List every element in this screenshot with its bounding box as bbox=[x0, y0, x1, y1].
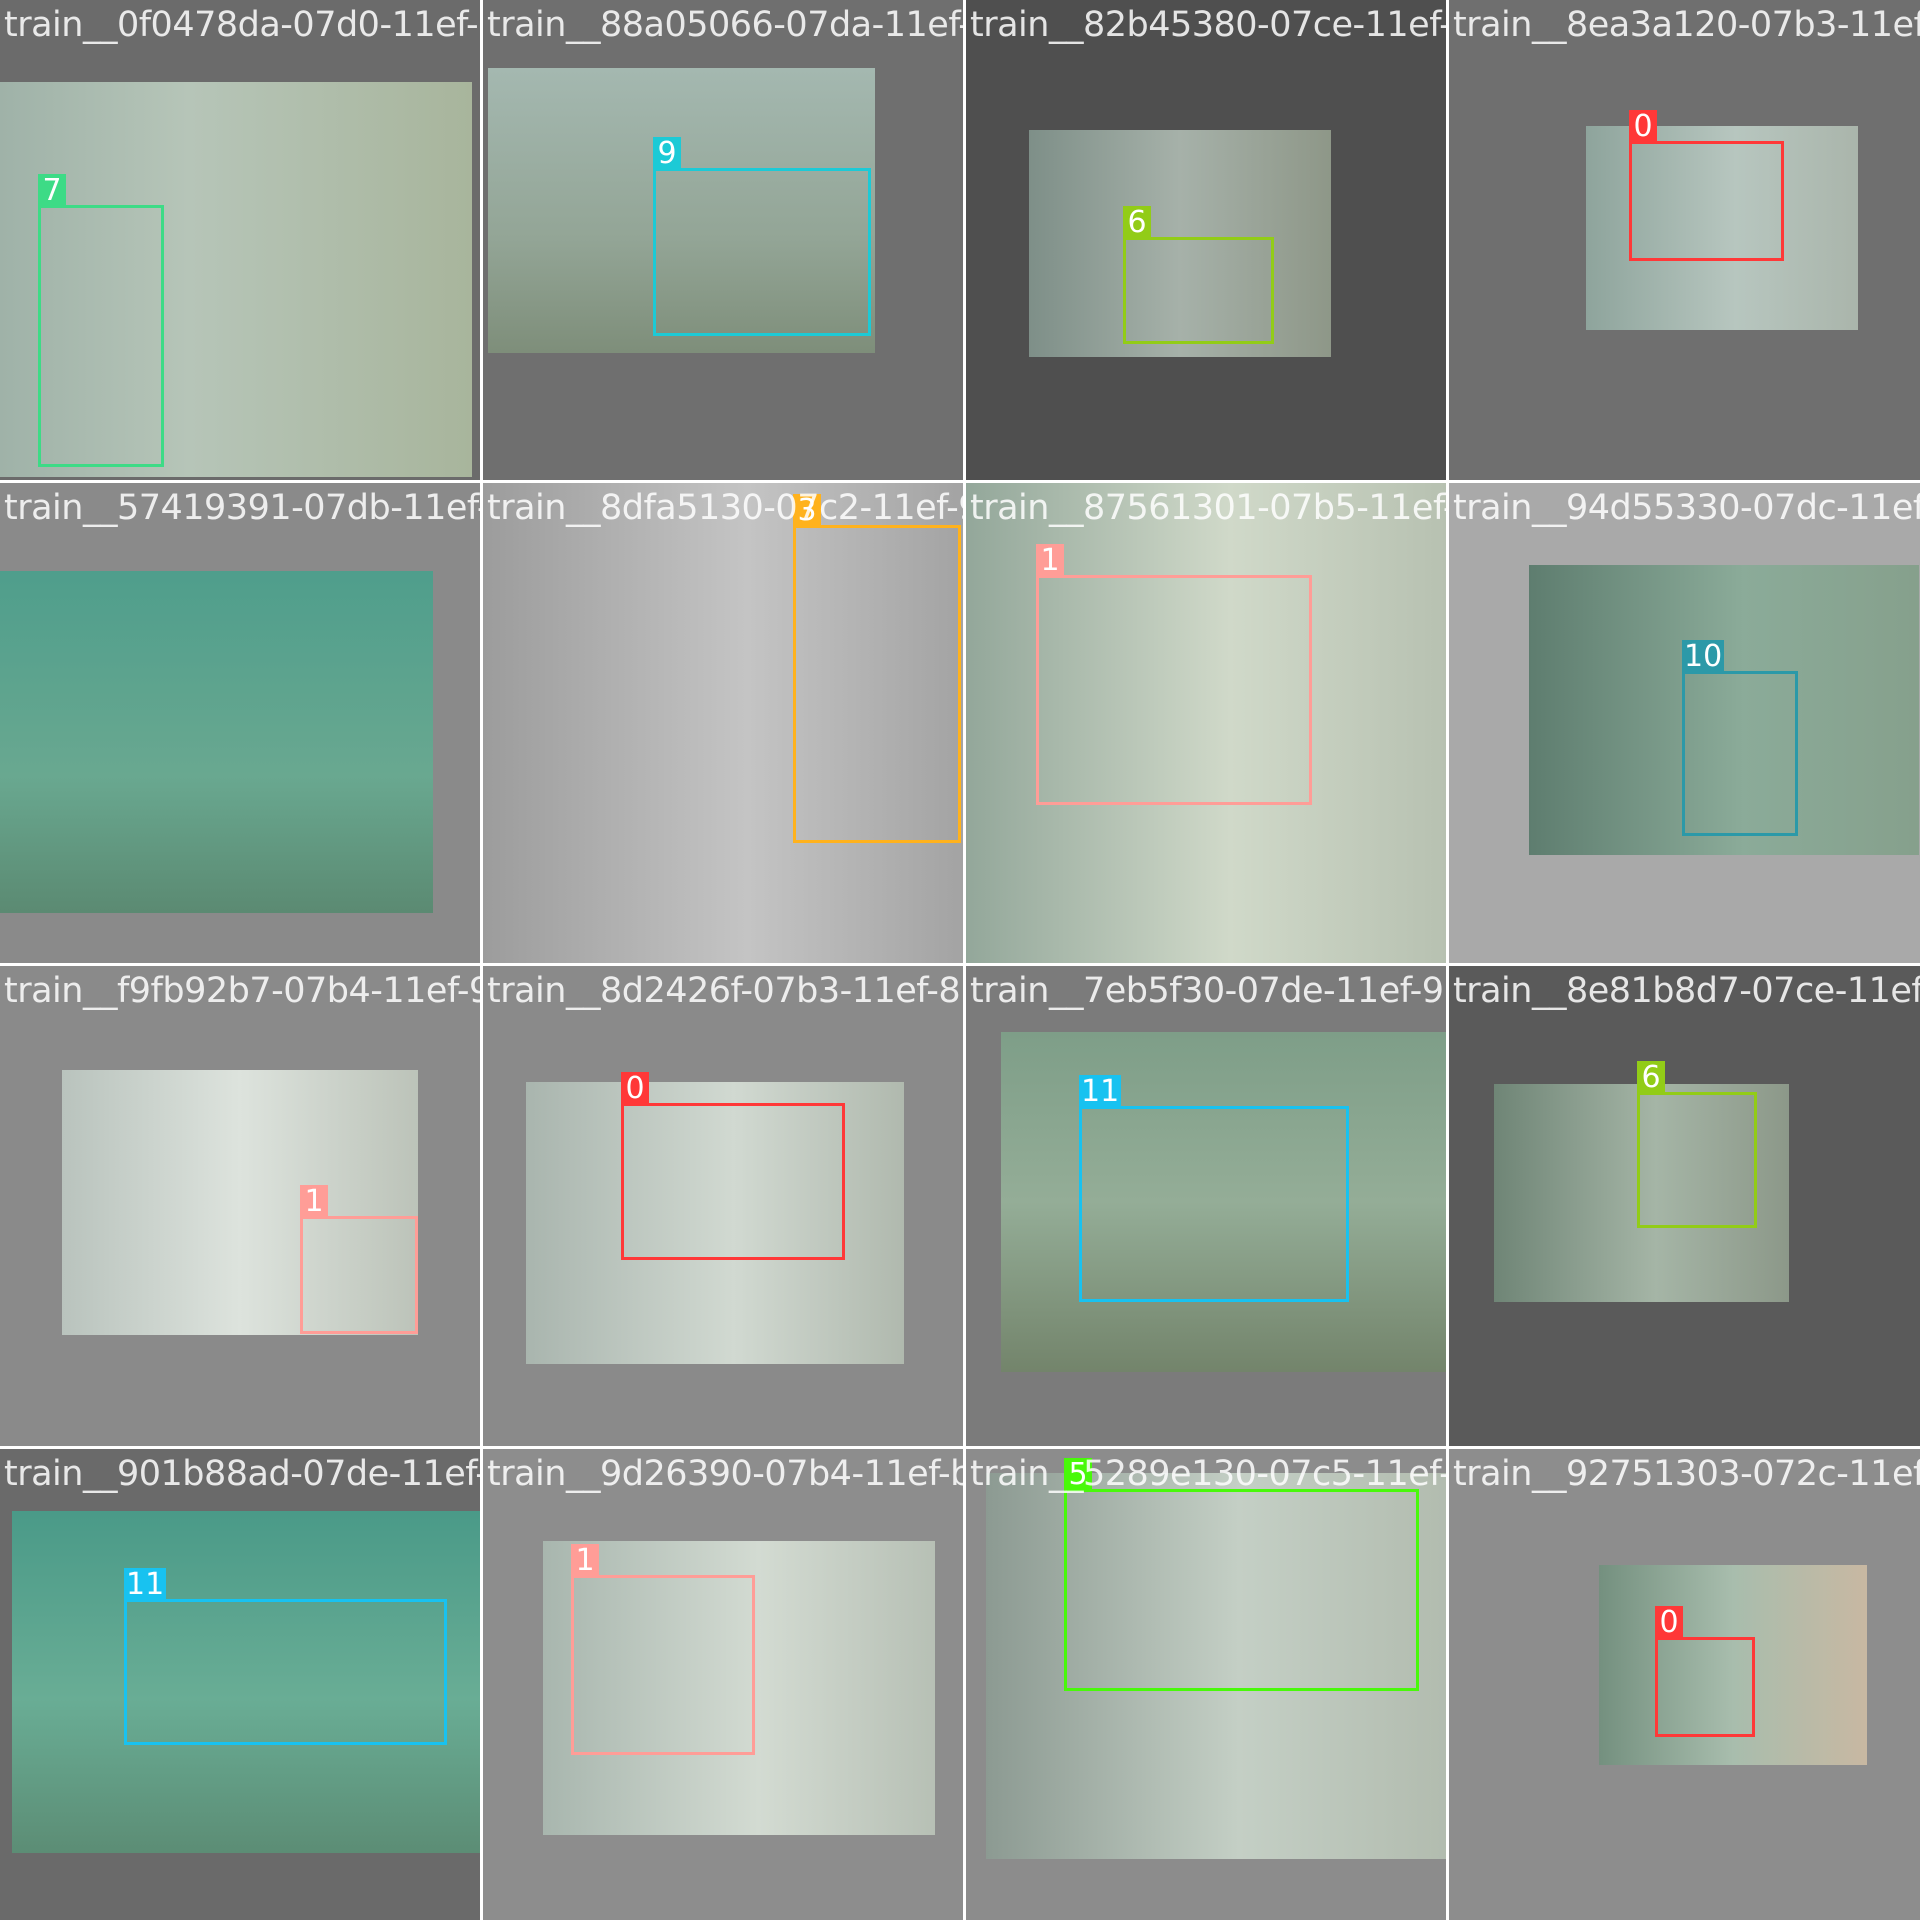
class-label: 1 bbox=[571, 1544, 599, 1577]
detection-box: 5 bbox=[1064, 1458, 1419, 1691]
class-label: 1 bbox=[300, 1185, 328, 1218]
detection-box: 10 bbox=[1682, 640, 1798, 836]
image-filename: train__0f0478da-07d0-11ef-8f2e-ec8eb5e0b… bbox=[4, 5, 480, 45]
class-label: 9 bbox=[653, 137, 681, 170]
mosaic-tile: 5train__5289e130-07c5-11ef-8d40-ec8eb5e0… bbox=[966, 1449, 1446, 1920]
image-filename: train__82b45380-07ce-11ef-881c-ec8eb5e0b… bbox=[970, 5, 1446, 45]
detection-box: 0 bbox=[621, 1072, 845, 1260]
class-label: 6 bbox=[1123, 206, 1151, 239]
detection-mosaic: 7 train__0f0478da-07d0-11ef-8f2e-ec8eb5e0… bbox=[0, 0, 1920, 1920]
mosaic-tile: 7 train__0f0478da-07d0-11ef-8f2e-ec8eb5e0… bbox=[0, 0, 480, 480]
class-label: 1 bbox=[1036, 544, 1064, 577]
image-filename: train__87561301-07b5-11ef-9b9b-ec8eb5e0b… bbox=[970, 488, 1446, 528]
detection-box: 11 bbox=[124, 1568, 447, 1745]
class-label: 0 bbox=[621, 1072, 649, 1105]
image-filename: train__8dfa5130-07c2-11ef-940e-ec8eb5e0b… bbox=[487, 488, 963, 528]
mosaic-tile: 6 train__8e81b8d7-07ce-11ef-8e7e-ec8eb5e0… bbox=[1449, 966, 1920, 1446]
image-filename: train__8e81b8d7-07ce-11ef-8e7e-ec8eb5e0b… bbox=[1453, 971, 1920, 1011]
detection-box: 9 bbox=[653, 137, 871, 336]
image-filename: train__8d2426f-07b3-11ef-8b6e-ec8eb5e0b1… bbox=[487, 971, 963, 1011]
class-label: 10 bbox=[1682, 639, 1725, 674]
mosaic-tile: 0 train__92751303-072c-11ef-8d40-ec8eb5e0… bbox=[1449, 1449, 1920, 1920]
mosaic-tile: 10 train__94d55330-07dc-11ef-9b9b-ec8eb5e… bbox=[1449, 483, 1920, 963]
class-label: 0 bbox=[1629, 110, 1657, 143]
image-filename: train__5289e130-07c5-11ef-8d40-ec8eb5e0b… bbox=[970, 1454, 1446, 1494]
image-filename: train__57419391-07db-11ef-a334-ec8eb5e0b… bbox=[4, 488, 480, 528]
image-filename: train__f9fb92b7-07b4-11ef-9a1e-ec8eb5e0b… bbox=[4, 971, 480, 1011]
detection-box: 6 bbox=[1637, 1061, 1757, 1228]
mosaic-tile: 1 train__9d26390-07b4-11ef-be64-ec8eb5e0b… bbox=[483, 1449, 963, 1920]
hand-gesture-photo bbox=[0, 571, 433, 913]
mosaic-tile: 11 train__7eb5f30-07de-11ef-93e7-ec8eb5e0… bbox=[966, 966, 1446, 1446]
mosaic-tile: 11 train__901b88ad-07de-11ef-b665-ec8eb5e… bbox=[0, 1449, 480, 1920]
class-label: 6 bbox=[1637, 1061, 1665, 1094]
image-filename: train__7eb5f30-07de-11ef-93e7-ec8eb5e0b1… bbox=[970, 971, 1446, 1011]
detection-box: 1 bbox=[1036, 544, 1312, 805]
image-filename: train__94d55330-07dc-11ef-9b9b-ec8eb5e0b… bbox=[1453, 488, 1920, 528]
mosaic-tile: 0 train__8d2426f-07b3-11ef-8b6e-ec8eb5e0b… bbox=[483, 966, 963, 1446]
class-label: 0 bbox=[1655, 1606, 1683, 1639]
mosaic-tile: 9 train__88a05066-07da-11ef-8f2e-ec8eb5e0… bbox=[483, 0, 963, 480]
image-filename: train__901b88ad-07de-11ef-b665-ec8eb5e0b… bbox=[4, 1454, 480, 1494]
image-filename: train__8ea3a120-07b3-11ef-8a1c-ec8eb5e0b… bbox=[1453, 5, 1920, 45]
detection-box: 3 bbox=[793, 494, 961, 843]
mosaic-tile: 0 train__8ea3a120-07b3-11ef-8a1c-ec8eb5e0… bbox=[1449, 0, 1920, 480]
class-label: 11 bbox=[124, 1567, 167, 1602]
detection-box: 7 bbox=[38, 174, 164, 467]
image-filename: train__92751303-072c-11ef-8d40-ec8eb5e0b… bbox=[1453, 1454, 1920, 1494]
mosaic-tile: 3train__8dfa5130-07c2-11ef-940e-ec8eb5e0… bbox=[483, 483, 963, 963]
detection-box: 0 bbox=[1629, 110, 1784, 261]
detection-box: 1 bbox=[300, 1185, 418, 1334]
mosaic-tile: 6 train__82b45380-07ce-11ef-881c-ec8eb5e0… bbox=[966, 0, 1446, 480]
mosaic-tile: train__57419391-07db-11ef-a334-ec8eb5e0b… bbox=[0, 483, 480, 963]
detection-box: 1 bbox=[571, 1544, 755, 1755]
class-label: 11 bbox=[1079, 1074, 1122, 1109]
image-filename: train__88a05066-07da-11ef-8f2e-ec8eb5e0b… bbox=[487, 5, 963, 45]
mosaic-tile: 1 train__f9fb92b7-07b4-11ef-9a1e-ec8eb5e0… bbox=[0, 966, 480, 1446]
image-filename: train__9d26390-07b4-11ef-be64-ec8eb5e0b1… bbox=[487, 1454, 963, 1494]
detection-box: 6 bbox=[1123, 206, 1274, 344]
detection-box: 11 bbox=[1079, 1075, 1349, 1302]
detection-box: 0 bbox=[1655, 1606, 1755, 1737]
mosaic-tile: 1 train__87561301-07b5-11ef-9b9b-ec8eb5e0… bbox=[966, 483, 1446, 963]
class-label: 7 bbox=[38, 174, 66, 207]
